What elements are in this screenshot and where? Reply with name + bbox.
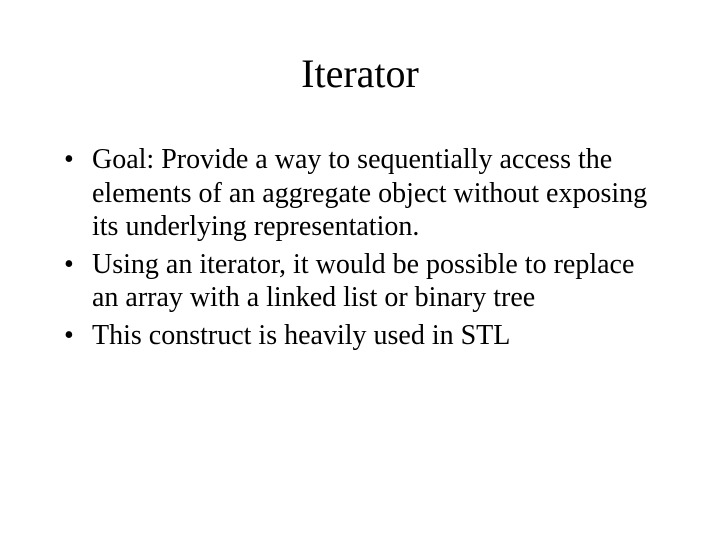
list-item: Goal: Provide a way to sequentially acce… bbox=[88, 143, 662, 244]
slide: Iterator Goal: Provide a way to sequenti… bbox=[0, 0, 720, 540]
list-item: Using an iterator, it would be possible … bbox=[88, 248, 662, 315]
bullet-list: Goal: Provide a way to sequentially acce… bbox=[58, 143, 662, 353]
list-item: This construct is heavily used in STL bbox=[88, 319, 662, 353]
slide-title: Iterator bbox=[58, 50, 662, 97]
